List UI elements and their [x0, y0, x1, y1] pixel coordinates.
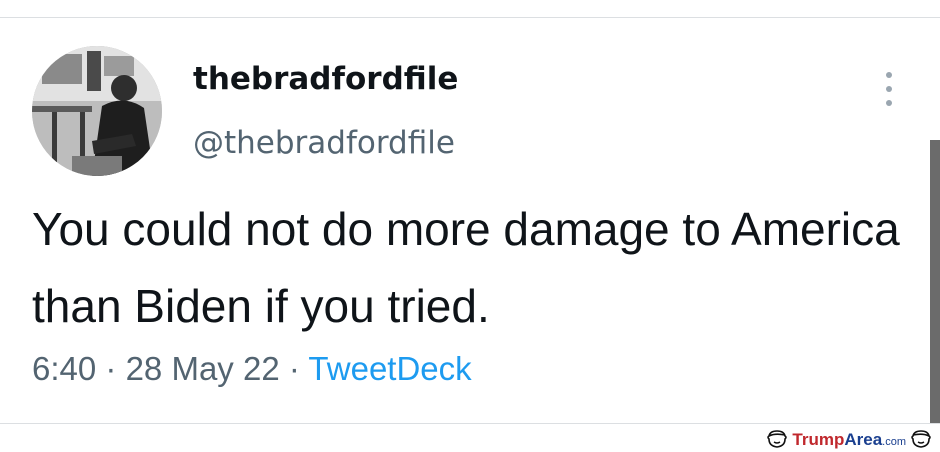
- tweet-source-link[interactable]: TweetDeck: [308, 350, 471, 387]
- watermark-brand: TrumpArea.com: [792, 431, 906, 448]
- more-dot: [886, 100, 892, 106]
- trump-face-icon: [911, 430, 931, 448]
- tweet-date[interactable]: 28 May 22: [126, 350, 280, 387]
- watermark-brand-part1: Trump: [792, 429, 845, 449]
- trump-face-icon: [767, 430, 788, 448]
- more-dot: [886, 72, 892, 78]
- watermark: TrumpArea.com: [766, 428, 932, 450]
- watermark-brand-part2: Area: [844, 429, 883, 449]
- bottom-divider: [0, 423, 940, 424]
- meta-separator: ·: [288, 350, 300, 387]
- display-name[interactable]: thebradfordfile: [193, 64, 458, 95]
- tweet-meta: 6:40 · 28 May 22 · TweetDeck: [32, 352, 472, 385]
- tweet-time[interactable]: 6:40: [32, 350, 96, 387]
- user-handle[interactable]: @thebradfordfile: [193, 128, 455, 159]
- more-vertical-icon[interactable]: [878, 70, 900, 108]
- meta-separator: ·: [105, 350, 117, 387]
- scrollbar[interactable]: [930, 140, 940, 423]
- top-divider: [0, 17, 940, 18]
- tweet-text: You could not do more damage to America …: [32, 203, 900, 332]
- more-dot: [886, 86, 892, 92]
- avatar[interactable]: [32, 46, 162, 176]
- watermark-suffix: .com: [882, 435, 906, 448]
- avatar-photo: [32, 46, 162, 176]
